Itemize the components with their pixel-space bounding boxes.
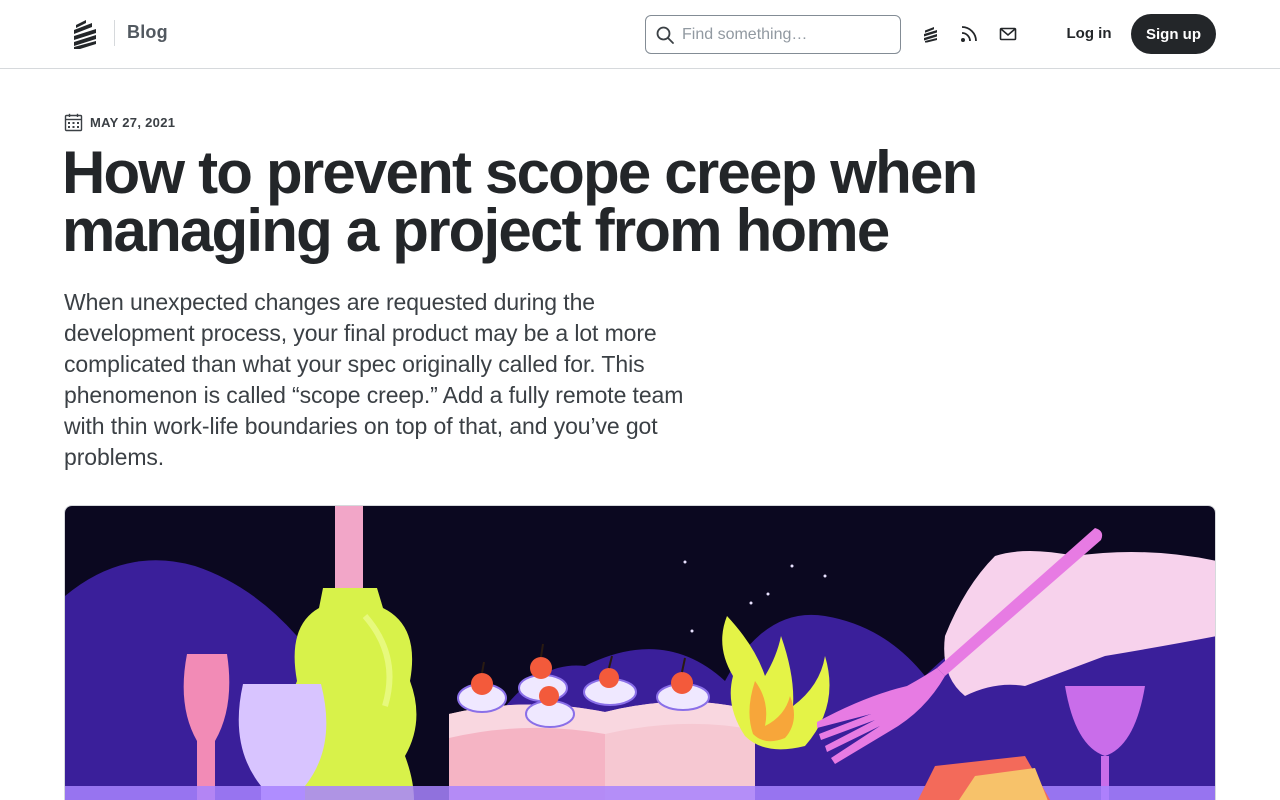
header-divider <box>114 20 115 46</box>
stack-logo-icon[interactable] <box>921 24 941 44</box>
article-lede: When unexpected changes are requested du… <box>64 289 684 470</box>
article-title: How to prevent scope creep when managing… <box>62 139 978 264</box>
log-in-button[interactable]: Log in <box>1056 14 1122 53</box>
calendar-icon <box>64 113 83 131</box>
post-date: MAY 27, 2021 <box>64 112 175 132</box>
top-bar: Blog Log in Sign up <box>0 0 1280 69</box>
post-date-text: MAY 27, 2021 <box>90 114 176 130</box>
blog-section-label[interactable]: Blog <box>127 22 168 43</box>
sign-up-button[interactable]: Sign up <box>1131 14 1216 54</box>
search-box[interactable] <box>645 15 901 54</box>
stack-overflow-logo-icon[interactable] <box>72 18 98 50</box>
search-icon <box>656 26 674 44</box>
rss-icon[interactable] <box>959 24 979 44</box>
mail-icon[interactable] <box>998 24 1018 44</box>
hero-illustration <box>64 505 1216 800</box>
search-input[interactable] <box>682 22 892 48</box>
